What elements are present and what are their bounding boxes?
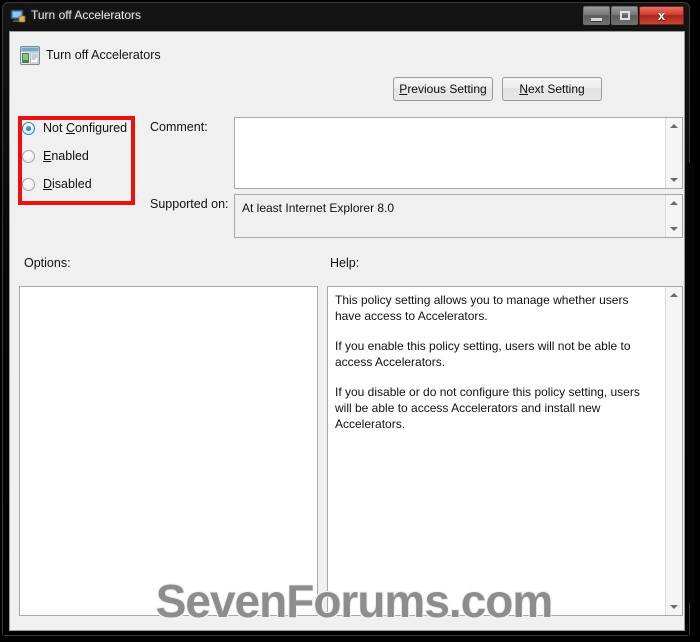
minimize-button[interactable] [583,6,610,25]
comment-scrollbar[interactable] [665,118,682,188]
supported-on-label: Supported on: [150,197,229,211]
supported-on-value: At least Internet Explorer 8.0 [242,201,395,215]
comment-label: Comment: [150,120,208,134]
minimize-icon [591,17,602,21]
window-right-edge [687,163,695,603]
previous-setting-label: Previous Setting [399,82,487,96]
scroll-down-icon[interactable] [666,221,682,237]
setting-title: Turn off Accelerators [46,48,161,62]
radio-enabled-label: Enabled [43,149,89,163]
help-scrollbar[interactable] [665,287,682,615]
window-title: Turn off Accelerators [31,8,142,22]
help-paragraph: If you disable or do not configure this … [335,385,640,431]
window-controls: x [583,6,684,25]
close-button[interactable]: x [639,6,684,25]
help-paragraph: If you enable this policy setting, users… [335,339,631,369]
help-panel: This policy setting allows you to manage… [327,286,683,616]
scroll-up-icon[interactable] [666,195,682,211]
supported-on-scrollbar[interactable] [665,195,682,237]
previous-setting-button[interactable]: Previous Setting [393,77,493,101]
apply-button[interactable]: Apply [620,630,685,631]
scroll-down-icon[interactable] [666,599,682,615]
help-paragraph: This policy setting allows you to manage… [335,293,629,323]
screenshot-root: Turn off Accelerators x Turn off Acceler… [0,0,700,642]
radio-disabled-label: Disabled [43,177,92,191]
title-bar[interactable]: Turn off Accelerators x [3,3,689,31]
comment-input[interactable] [234,117,683,189]
supported-on-field: At least Internet Explorer 8.0 [234,194,683,238]
scroll-up-icon[interactable] [666,118,682,134]
next-setting-button[interactable]: Next Setting [502,77,602,101]
options-panel[interactable] [19,286,318,616]
options-label: Options: [24,256,71,270]
radio-selected-icon [22,121,35,135]
help-label: Help: [330,256,360,270]
next-setting-label: Next Setting [519,82,585,96]
radio-not-configured[interactable]: Not Configured [22,120,127,136]
close-icon: x [657,8,666,23]
radio-unselected-icon [22,177,35,191]
computer-monitor-icon [10,8,26,24]
ok-button[interactable]: OK [458,630,530,631]
help-text: This policy setting allows you to manage… [335,292,655,432]
maximize-icon [619,11,630,20]
radio-disabled[interactable]: Disabled [22,176,127,192]
state-options-group: Not Configured Enabled Disabled [22,120,127,192]
group-policy-setting-icon [20,46,40,65]
dialog-window: Turn off Accelerators x Turn off Acceler… [2,2,695,636]
dialog-client-area: Turn off Accelerators Previous Setting N… [9,31,685,631]
radio-unselected-icon [22,149,35,163]
scroll-up-icon[interactable] [666,287,682,303]
scroll-down-icon[interactable] [666,172,682,188]
radio-not-configured-label: Not Configured [43,121,128,135]
cancel-button[interactable]: Cancel [539,630,611,631]
radio-enabled[interactable]: Enabled [22,148,127,164]
maximize-button[interactable] [611,6,638,25]
